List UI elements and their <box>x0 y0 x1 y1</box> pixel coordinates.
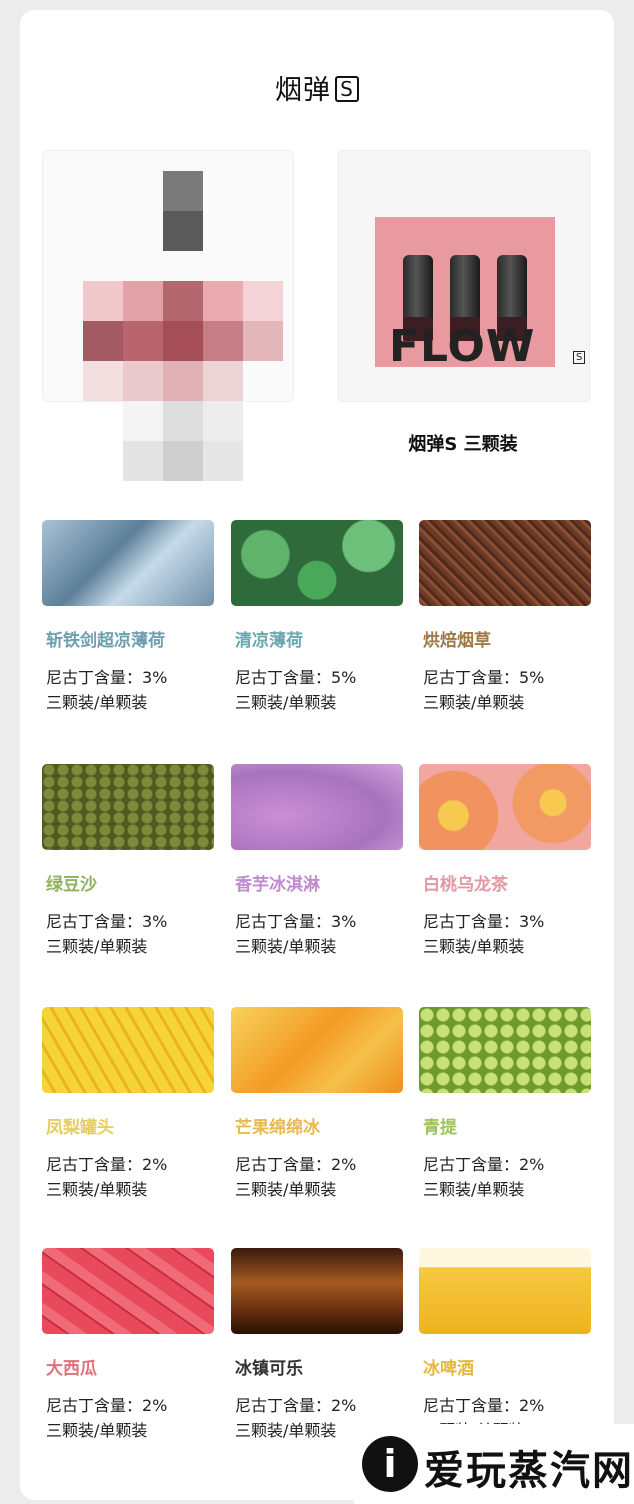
flavor-info: 尼古丁含量：2% 三颗装/单颗装 <box>42 1393 214 1443</box>
flavor-info: 尼古丁含量：2% 三颗装/单颗装 <box>231 1152 403 1202</box>
device-image[interactable] <box>42 150 294 481</box>
flavor-name: 清凉薄荷 <box>235 631 303 651</box>
pack-options: 三颗装/单颗装 <box>235 937 337 956</box>
nicotine-content: 尼古丁含量：3% <box>423 912 545 931</box>
flavor-item[interactable]: 冰镇可乐 尼古丁含量：2% 三颗装/单颗装 <box>231 1248 403 1443</box>
nicotine-content: 尼古丁含量：5% <box>423 668 545 687</box>
flavor-info: 尼古丁含量：5% 三颗装/单颗装 <box>231 665 403 715</box>
flavor-name: 白桃乌龙茶 <box>423 875 508 895</box>
nicotine-content: 尼古丁含量：2% <box>46 1155 168 1174</box>
watermark-text: 爱玩蒸汽网 <box>424 1448 634 1494</box>
flavor-item[interactable]: 芒果绵绵冰尼古丁含量：2% 三颗装/单颗装 <box>231 1007 403 1202</box>
flavor-item[interactable]: 斩铁剑超凉薄荷 尼古丁含量：3% 三颗装/单颗装 <box>42 520 214 715</box>
flavor-item[interactable]: 大西瓜尼古丁含量：2% 三颗装/单颗装 <box>42 1248 214 1443</box>
pods-pack-caption: 烟弹S 三颗装 <box>408 434 518 455</box>
flavor-image[interactable] <box>42 520 214 606</box>
nicotine-content: 尼古丁含量：3% <box>46 668 168 687</box>
nicotine-content: 尼古丁含量：5% <box>235 668 357 687</box>
flavor-info: 尼古丁含量：2% 三颗装/单颗装 <box>42 1152 214 1202</box>
flavor-item[interactable]: 白桃乌龙茶尼古丁含量：3% 三颗装/单颗装 <box>419 764 591 959</box>
nicotine-content: 尼古丁含量：2% <box>46 1396 168 1415</box>
flavor-name: 香芋冰淇淋 <box>235 875 320 895</box>
flavor-image[interactable] <box>231 520 403 606</box>
flavor-image[interactable] <box>42 764 214 850</box>
flavor-item[interactable]: 香芋冰淇淋尼古丁含量：3% 三颗装/单颗装 <box>231 764 403 959</box>
pack-options: 三颗装/单颗装 <box>46 937 148 956</box>
pack-options: 三颗装/单颗装 <box>235 1180 337 1199</box>
flavor-name: 冰镇可乐 <box>235 1359 303 1379</box>
flavor-info: 尼古丁含量：3% 三颗装/单颗装 <box>231 909 403 959</box>
flavor-name: 烘焙烟草 <box>423 631 491 651</box>
flavor-image[interactable] <box>419 1248 591 1334</box>
pods-pack-image[interactable]: FLOW S <box>338 150 590 402</box>
flavor-image[interactable] <box>231 764 403 850</box>
flavor-name: 斩铁剑超凉薄荷 <box>46 631 165 651</box>
flavor-item[interactable]: 清凉薄荷尼古丁含量：5% 三颗装/单颗装 <box>231 520 403 715</box>
nicotine-content: 尼古丁含量：2% <box>235 1155 357 1174</box>
flavor-name: 芒果绵绵冰 <box>235 1118 320 1138</box>
nicotine-content: 尼古丁含量：3% <box>235 912 357 931</box>
watermark-logo-icon: i <box>362 1436 418 1492</box>
flavor-image[interactable] <box>419 764 591 850</box>
flavor-image[interactable] <box>419 520 591 606</box>
flavor-info: 尼古丁含量：3% 三颗装/单颗装 <box>42 909 214 959</box>
flavor-item[interactable]: 烘焙烟草尼古丁含量：5% 三颗装/单颗装 <box>419 520 591 715</box>
pack-options: 三颗装/单颗装 <box>235 693 337 712</box>
flavor-name: 绿豆沙 <box>46 875 97 895</box>
title-badge: S <box>335 76 359 102</box>
flavor-image[interactable] <box>231 1007 403 1093</box>
flow-logo-badge: S <box>573 351 586 364</box>
pack-options: 三颗装/单颗装 <box>46 1421 148 1440</box>
pack-options: 三颗装/单颗装 <box>423 693 525 712</box>
flow-logo: FLOW <box>389 321 536 372</box>
flavor-name: 大西瓜 <box>46 1359 97 1379</box>
nicotine-content: 尼古丁含量：2% <box>423 1396 545 1415</box>
product-card: 烟弹 S FLOW S 烟弹S 三颗装 斩铁剑超凉薄荷 尼古丁含量：3% 三颗装… <box>20 10 634 1504</box>
flavor-item[interactable]: 绿豆沙尼古丁含量：3% 三颗装/单颗装 <box>42 764 214 959</box>
flavor-image[interactable] <box>42 1007 214 1093</box>
site-watermark: i 爱玩蒸汽网 <box>354 1424 634 1504</box>
flavor-name: 凤梨罐头 <box>46 1118 114 1138</box>
flavor-info: 尼古丁含量：2% 三颗装/单颗装 <box>419 1152 591 1202</box>
flow-pack-box: FLOW S <box>375 217 586 372</box>
nicotine-content: 尼古丁含量：2% <box>235 1396 357 1415</box>
pixelated-device <box>83 171 283 481</box>
flavor-name: 青提 <box>423 1118 457 1138</box>
pack-options: 三颗装/单颗装 <box>423 937 525 956</box>
flavor-image[interactable] <box>419 1007 591 1093</box>
flavor-info: 尼古丁含量：3% 三颗装/单颗装 <box>419 909 591 959</box>
flavor-info: 尼古丁含量：3% 三颗装/单颗装 <box>42 665 214 715</box>
page-title: 烟弹 S <box>20 68 614 107</box>
flavor-name: 冰啤酒 <box>423 1359 474 1379</box>
flavor-item[interactable]: 凤梨罐头尼古丁含量：2% 三颗装/单颗装 <box>42 1007 214 1202</box>
flavor-image[interactable] <box>42 1248 214 1334</box>
flavor-image[interactable] <box>231 1248 403 1334</box>
pack-options: 三颗装/单颗装 <box>423 1180 525 1199</box>
page-title-text: 烟弹 <box>275 75 331 106</box>
nicotine-content: 尼古丁含量：2% <box>423 1155 545 1174</box>
pack-options: 三颗装/单颗装 <box>46 1180 148 1199</box>
flavor-info: 尼古丁含量：5% 三颗装/单颗装 <box>419 665 591 715</box>
flavor-item[interactable]: 青提尼古丁含量：2% 三颗装/单颗装 <box>419 1007 591 1202</box>
pack-options: 三颗装/单颗装 <box>46 693 148 712</box>
flavor-item[interactable]: 冰啤酒尼古丁含量：2%三颗装/单颗装 <box>419 1248 591 1443</box>
nicotine-content: 尼古丁含量：3% <box>46 912 168 931</box>
